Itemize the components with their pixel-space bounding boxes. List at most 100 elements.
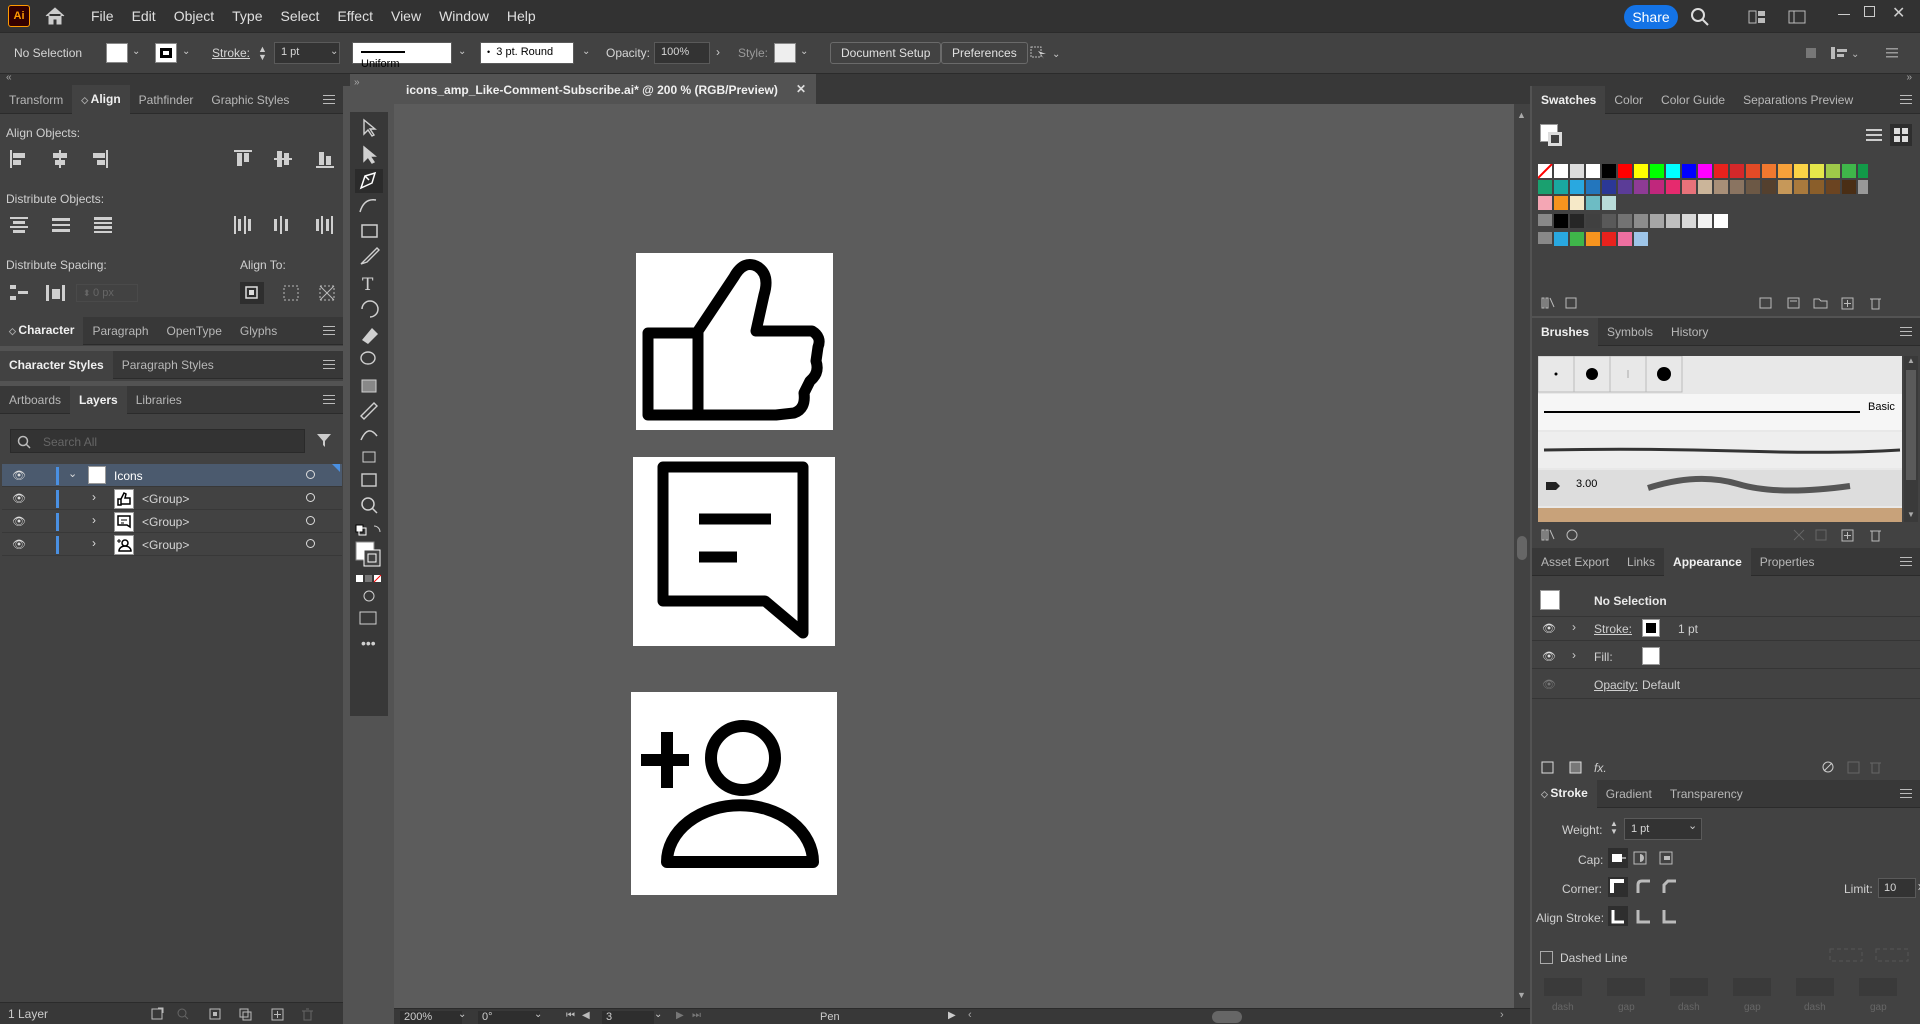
- expand-group-icon[interactable]: ›: [92, 490, 96, 504]
- horizontal-scroll-thumb[interactable]: [1212, 1011, 1242, 1023]
- visibility-eye-icon[interactable]: 👁: [1542, 622, 1556, 635]
- tab-artboards[interactable]: Artboards: [0, 386, 70, 414]
- appearance-fill-swatch[interactable]: [1642, 647, 1660, 665]
- dash-field-2[interactable]: [1670, 978, 1708, 996]
- layer-row[interactable]: 👁 ⌄ Icons: [2, 464, 342, 487]
- tab-character-styles[interactable]: Character Styles: [0, 350, 113, 379]
- tab-swatches[interactable]: Swatches: [1532, 85, 1606, 114]
- artboard-like[interactable]: [636, 253, 833, 430]
- artboard-number-field[interactable]: 3: [602, 1011, 654, 1024]
- styles-panel-menu-icon[interactable]: [323, 360, 335, 369]
- layer-row[interactable]: 👁 › <Group>: [2, 533, 342, 556]
- scroll-down-icon[interactable]: ▼: [1907, 510, 1915, 519]
- layer-name[interactable]: Icons: [114, 469, 143, 483]
- brush-dropdown-icon[interactable]: ⌄: [582, 46, 590, 57]
- appearance-stroke-label[interactable]: Stroke:: [1594, 622, 1632, 636]
- artboard-comment[interactable]: [633, 457, 835, 646]
- dash-field-1[interactable]: [1544, 978, 1582, 996]
- align-to-artboard-icon[interactable]: [316, 282, 338, 304]
- miter-limit-field[interactable]: 10: [1878, 878, 1916, 898]
- tab-align[interactable]: ◇ Align: [72, 85, 130, 114]
- character-panel-menu-icon[interactable]: [323, 326, 335, 335]
- close-window-icon[interactable]: ✕: [1892, 3, 1905, 23]
- next-artboard-icon[interactable]: ▶: [676, 1010, 684, 1021]
- tab-color-guide[interactable]: Color Guide: [1652, 86, 1734, 114]
- fill-dropdown-icon[interactable]: ⌄: [132, 46, 140, 57]
- stroke-stepper-icon[interactable]: ▲ ▼: [258, 45, 267, 62]
- opacity-label[interactable]: Opacity:: [606, 46, 650, 60]
- collapse-toolbar-icon[interactable]: »: [354, 77, 360, 88]
- close-document-icon[interactable]: ✕: [796, 82, 806, 96]
- vertical-scrollbar[interactable]: ▲ ▼: [1514, 104, 1530, 1008]
- tab-separations-preview[interactable]: Separations Preview: [1734, 86, 1862, 114]
- tab-brushes[interactable]: Brushes: [1532, 317, 1599, 346]
- scroll-down-icon[interactable]: ▼: [1517, 990, 1526, 1000]
- appearance-stroke-value[interactable]: 1 pt: [1678, 622, 1698, 636]
- visibility-eye-icon[interactable]: 👁: [12, 538, 26, 551]
- appearance-opacity-label[interactable]: Opacity:: [1594, 678, 1638, 692]
- profile-dropdown-icon[interactable]: ⌄: [458, 46, 466, 57]
- align-panel-menu-icon[interactable]: [323, 95, 335, 104]
- scroll-left-icon[interactable]: ‹: [968, 1009, 972, 1021]
- menu-edit[interactable]: Edit: [123, 0, 165, 32]
- stroke-label[interactable]: Stroke:: [212, 46, 250, 60]
- gap-field-2[interactable]: [1733, 978, 1771, 996]
- swatches-panel-menu-icon[interactable]: [1900, 95, 1912, 104]
- brush-list[interactable]: Basic 3.00: [1538, 356, 1902, 522]
- tab-asset-export[interactable]: Asset Export: [1532, 548, 1618, 576]
- arrange-documents-icon[interactable]: [1748, 10, 1766, 24]
- stroke-swatch[interactable]: [155, 43, 177, 63]
- tab-opentype[interactable]: OpenType: [158, 317, 231, 345]
- menu-window[interactable]: Window: [430, 0, 498, 32]
- document-tab[interactable]: icons_amp_Like-Comment-Subscribe.ai* @ 2…: [394, 74, 816, 104]
- preferences-button[interactable]: Preferences: [941, 42, 1028, 64]
- gap-field-1[interactable]: [1607, 978, 1645, 996]
- minimize-icon[interactable]: [1838, 14, 1850, 15]
- tab-transform[interactable]: Transform: [0, 86, 72, 114]
- canvas[interactable]: [394, 104, 1514, 1008]
- expand-group-icon[interactable]: ›: [92, 513, 96, 527]
- align-right-controls-icon[interactable]: ⌄: [1806, 45, 1906, 61]
- style-dropdown-icon[interactable]: ⌄: [800, 46, 808, 57]
- tab-graphic-styles[interactable]: Graphic Styles: [202, 86, 298, 114]
- scroll-thumb[interactable]: [1906, 370, 1916, 480]
- scroll-right-icon[interactable]: ›: [1500, 1009, 1504, 1021]
- menu-effect[interactable]: Effect: [328, 0, 382, 32]
- collapse-left-icon[interactable]: «: [6, 72, 12, 83]
- target-icon[interactable]: [306, 493, 315, 502]
- layers-panel-menu-icon[interactable]: [323, 395, 335, 404]
- expand-stroke-icon[interactable]: ›: [1572, 620, 1576, 634]
- share-button[interactable]: Share: [1624, 5, 1678, 29]
- appearance-fill-label[interactable]: Fill:: [1594, 650, 1613, 664]
- layers-search-input[interactable]: Search All: [10, 429, 305, 453]
- menu-select[interactable]: Select: [272, 0, 329, 32]
- tab-paragraph[interactable]: Paragraph: [83, 317, 157, 345]
- maximize-icon[interactable]: [1864, 6, 1875, 17]
- variable-width-profile[interactable]: Uniform: [352, 42, 452, 70]
- document-setup-button[interactable]: Document Setup: [830, 42, 942, 64]
- stroke-panel-menu-icon[interactable]: [1900, 789, 1912, 798]
- tab-libraries[interactable]: Libraries: [127, 386, 191, 414]
- home-icon[interactable]: [44, 6, 66, 26]
- appearance-stroke-swatch[interactable]: [1642, 619, 1660, 637]
- rotation-dropdown-icon[interactable]: ⌄: [534, 1009, 542, 1020]
- first-artboard-icon[interactable]: ⏮: [566, 1010, 575, 1021]
- scroll-up-icon[interactable]: ▲: [1517, 110, 1526, 120]
- spacing-value-field[interactable]: ⬍ 0 px: [76, 284, 138, 302]
- tab-symbols[interactable]: Symbols: [1598, 318, 1662, 346]
- collapse-layer-icon[interactable]: ⌄: [68, 467, 77, 480]
- layer-name[interactable]: <Group>: [142, 515, 189, 529]
- collapse-right-icon[interactable]: »: [1906, 72, 1912, 83]
- align-to-key-object-icon[interactable]: [280, 282, 302, 304]
- tab-transparency[interactable]: Transparency: [1661, 780, 1752, 808]
- zoom-field[interactable]: 200%: [400, 1011, 462, 1024]
- expand-group-icon[interactable]: ›: [92, 536, 96, 550]
- target-icon[interactable]: [306, 539, 315, 548]
- target-icon[interactable]: [306, 470, 315, 479]
- brush-list-scrollbar[interactable]: ▲ ▼: [1904, 356, 1918, 522]
- tab-layers[interactable]: Layers: [70, 385, 127, 414]
- target-icon[interactable]: [306, 516, 315, 525]
- gap-field-3[interactable]: [1859, 978, 1897, 996]
- menu-object[interactable]: Object: [165, 0, 223, 32]
- tab-links[interactable]: Links: [1618, 548, 1664, 576]
